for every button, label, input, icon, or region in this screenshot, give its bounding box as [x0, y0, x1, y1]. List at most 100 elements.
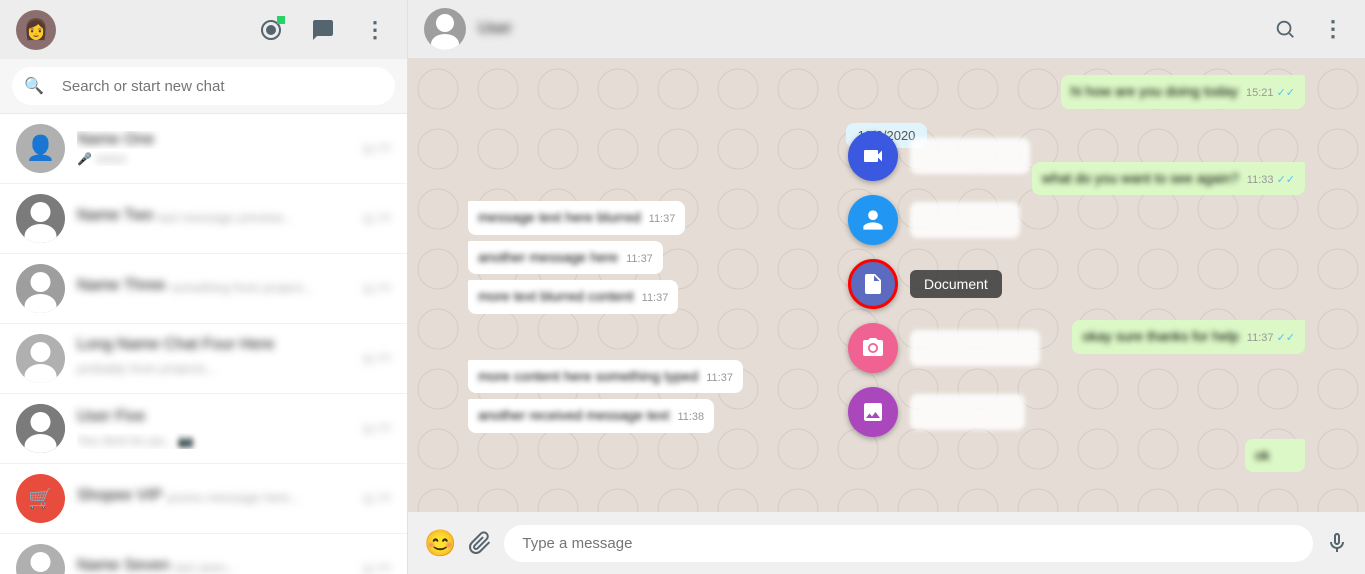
chat-info: Name Three something from project...	[77, 277, 350, 300]
message-input[interactable]	[504, 525, 1313, 562]
chat-preview: last message preview...	[158, 210, 293, 225]
attach-item-document[interactable]: Document	[848, 259, 1040, 309]
avatar: 🛒	[16, 474, 65, 523]
contact-name[interactable]: User	[478, 20, 512, 38]
message-bubble: what do you want to see again? 11:33 ✓✓	[1032, 162, 1305, 196]
left-header: 👩 ⋮	[0, 0, 407, 59]
new-chat-button[interactable]	[307, 14, 339, 46]
chat-name: Name Seven	[77, 557, 170, 574]
chat-meta: 11:??	[362, 352, 391, 366]
chat-time: 11:??	[362, 422, 391, 436]
message-time: 11:37	[649, 212, 676, 227]
search-wrapper[interactable]: 🔍	[12, 67, 395, 105]
search-icon: 🔍	[24, 76, 44, 96]
message-time: 15:21 ✓✓	[1246, 86, 1295, 101]
attach-camera-button[interactable]	[848, 323, 898, 373]
chat-info: Long Name Chat Four Here probably from p…	[77, 336, 350, 381]
chat-name: Long Name Chat Four Here	[77, 336, 274, 354]
chat-name: Name Three	[77, 277, 166, 295]
chat-name: Name Two	[77, 207, 153, 225]
chat-preview: last seen...	[174, 560, 237, 574]
message-time: 11:33 ✓✓	[1247, 173, 1295, 188]
contact-avatar[interactable]	[424, 8, 466, 50]
avatar	[16, 334, 65, 383]
message-bubble: ok	[1245, 439, 1305, 473]
mic-button[interactable]	[1325, 531, 1349, 555]
chat-meta: 11:??	[362, 212, 391, 226]
chat-name: User Five	[77, 408, 145, 426]
search-bar: 🔍	[0, 59, 407, 114]
menu-button[interactable]: ⋮	[359, 14, 391, 46]
message-bubble: another received message text 11:38	[468, 399, 714, 433]
attachment-menu: Document	[848, 131, 1040, 437]
chat-time: 11:??	[362, 212, 391, 226]
attach-contact-button[interactable]	[848, 195, 898, 245]
avatar: 👤	[16, 124, 65, 173]
list-item[interactable]: Name Seven last seen... 11:??	[0, 534, 407, 574]
message-bubble: message text here blurred 11:37	[468, 201, 685, 235]
attach-gallery-button[interactable]	[848, 387, 898, 437]
chat-info: Name One 🎤 voice	[77, 131, 350, 166]
attach-document-button[interactable]	[848, 259, 898, 309]
attach-item-gallery[interactable]	[848, 387, 1040, 437]
chat-time: 11:??	[362, 562, 391, 574]
chat-time: 11:??	[362, 492, 391, 506]
chat-name: Name One	[77, 131, 350, 149]
user-avatar[interactable]: 👩	[16, 10, 56, 50]
status-icon-button[interactable]	[255, 14, 287, 46]
message-time: 11:37	[706, 371, 733, 386]
message-bubble: hi how are you doing today 15:21 ✓✓	[1061, 75, 1305, 109]
attach-document-label: Document	[910, 270, 1002, 298]
chat-search-button[interactable]	[1269, 13, 1301, 45]
message-bubble: another message here 11:37	[468, 241, 663, 275]
chat-info: Shopee VIP promo message here...	[77, 487, 350, 510]
chat-meta: 11:??	[362, 492, 391, 506]
left-panel: 👩 ⋮ 🔍 👤	[0, 0, 408, 574]
chat-info: User Five You dont kn pa... 📷	[77, 408, 350, 449]
message-time: 11:38	[677, 410, 704, 425]
chat-preview: promo message here...	[167, 490, 301, 505]
avatar	[16, 544, 65, 574]
avatar	[16, 404, 65, 453]
chat-preview: something from project...	[170, 280, 313, 295]
chat-time: 11:??	[362, 282, 391, 296]
chat-info: Name Two last message preview...	[77, 207, 350, 230]
chat-time: 11:??	[362, 352, 391, 366]
left-header-icons: ⋮	[255, 14, 391, 46]
chat-list: 👤 Name One 🎤 voice 11:?? Name Two last m…	[0, 114, 407, 574]
message-bubble: more content here something typed 11:37	[468, 360, 743, 394]
chat-preview: You dont kn pa... 📷	[77, 433, 350, 449]
chat-header-icons: ⋮	[1269, 13, 1349, 45]
list-item[interactable]: 🛒 Shopee VIP promo message here... 11:??	[0, 464, 407, 534]
search-input[interactable]	[52, 70, 383, 103]
chat-time: 11:??	[362, 142, 391, 156]
avatar	[16, 194, 65, 243]
chat-meta: 11:??	[362, 422, 391, 436]
attach-button[interactable]	[468, 531, 492, 555]
list-item[interactable]: User Five You dont kn pa... 📷 11:??	[0, 394, 407, 464]
message-time: 11:37 ✓✓	[1247, 331, 1295, 346]
chat-info: Name Seven last seen...	[77, 557, 350, 574]
list-item[interactable]: Name Two last message preview... 11:??	[0, 184, 407, 254]
right-panel: User ⋮ hi how are you doing today 15:21 …	[408, 0, 1365, 574]
list-item[interactable]: Name Three something from project... 11:…	[0, 254, 407, 324]
attach-item-camera[interactable]	[848, 323, 1040, 373]
chat-menu-button[interactable]: ⋮	[1317, 13, 1349, 45]
attach-item-video[interactable]	[848, 131, 1040, 181]
avatar	[16, 264, 65, 313]
chat-name: Shopee VIP	[77, 487, 162, 505]
message-bubble: more text blurred content 11:37	[468, 280, 678, 314]
chat-preview: 🎤 voice	[77, 151, 350, 166]
chat-header-left: User	[424, 8, 512, 50]
chat-meta: 11:??	[362, 142, 391, 156]
message-time: 11:37	[626, 252, 653, 267]
chat-input-bar: 😊	[408, 512, 1365, 574]
attach-item-contact[interactable]	[848, 195, 1040, 245]
list-item[interactable]: Long Name Chat Four Here probably from p…	[0, 324, 407, 394]
message-time: 11:37	[642, 291, 669, 306]
list-item[interactable]: 👤 Name One 🎤 voice 11:??	[0, 114, 407, 184]
attach-video-button[interactable]	[848, 131, 898, 181]
emoji-button[interactable]: 😊	[424, 528, 456, 559]
chat-messages-area: hi how are you doing today 15:21 ✓✓ 12/3…	[408, 59, 1365, 512]
chat-meta: 11:??	[362, 562, 391, 574]
